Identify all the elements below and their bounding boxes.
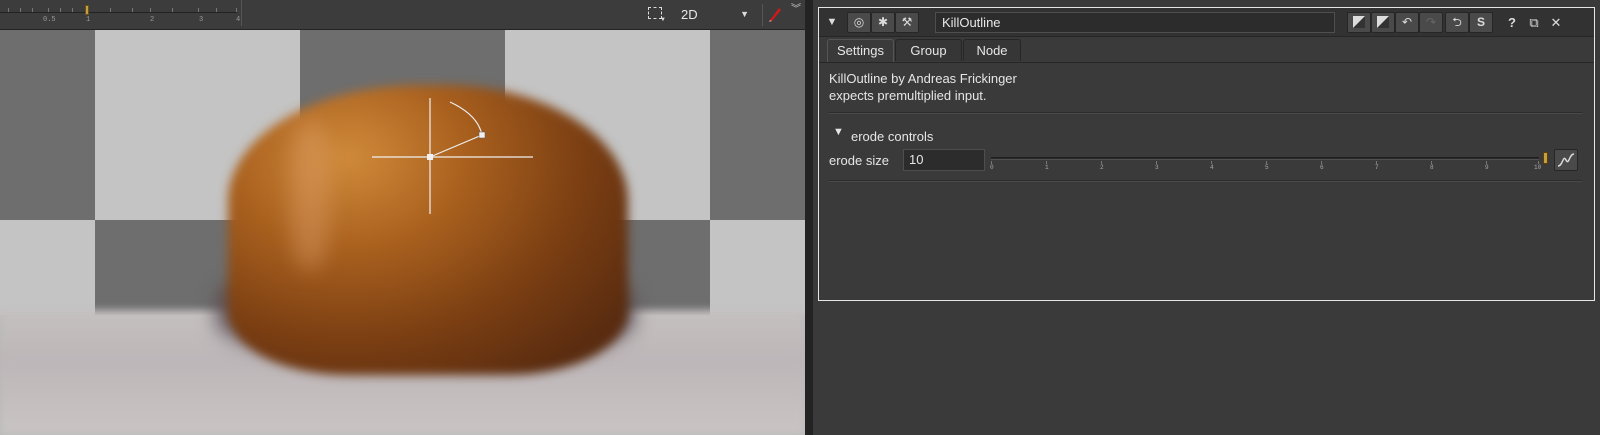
triangle-down-icon: ▼ [833,126,844,138]
node-color-button[interactable]: ✱ [871,12,895,33]
divider-line [829,180,1582,182]
ruler-label: 4 [236,16,241,24]
erode-size-label: erode size [829,153,889,168]
revert-icon: ⮌ [1452,15,1462,29]
revert-button[interactable]: ⮌ [1445,12,1469,33]
slider-scale-label: 2 [1100,164,1104,171]
divider-line [829,112,1582,114]
current-frame-marker[interactable] [85,5,89,15]
triangle-down-icon: ▼ [826,16,838,28]
half-square-icon [1377,16,1389,28]
slider-scale-label: 3 [1155,164,1159,171]
view-mode-value: 2D [681,7,698,22]
help-button[interactable]: ? [1501,12,1523,33]
slider-scale-label: 8 [1430,164,1434,171]
slider-scale-label: 6 [1320,164,1324,171]
viewer-panel: 0.5 1 2 3 4 ▼ 2D ▼ ︾ [0,0,805,435]
tab-settings[interactable]: Settings [827,39,894,63]
s-icon: S [1476,15,1485,29]
description-line: KillOutline by Andreas Frickinger [829,71,1017,86]
slider-scale-label: 10 [1534,164,1542,171]
app-window: 0.5 1 2 3 4 ▼ 2D ▼ ︾ ▼ ◎ ✱ ⚒ KillOutline… [0,0,1600,435]
viewer-canvas[interactable] [0,30,805,435]
chevron-down-icon: ▼ [740,9,749,19]
tab-underline [819,62,1594,63]
properties-panel: ▼ ◎ ✱ ⚒ KillOutline ↶ ↷ ⮌ S ? ⧉ ✕ Settin… [813,0,1600,435]
tab-node[interactable]: Node [963,39,1021,61]
pen-icon [769,8,781,22]
ruler-label: 1 [86,16,91,24]
viewer-node-button[interactable]: ◎ [847,12,871,33]
float-panel-button[interactable]: ⧉ [1523,12,1545,33]
panel-header: ▼ ◎ ✱ ⚒ KillOutline ↶ ↷ ⮌ S ? ⧉ ✕ [819,8,1594,37]
slider-scale-label: 5 [1265,164,1269,171]
frame-ruler[interactable]: 0.5 1 2 3 4 [0,0,242,26]
transform-handle-icon[interactable] [0,30,805,435]
double-chevron-icon: ︾ [791,4,801,15]
slider-scale-label: 0 [990,164,994,171]
toolbar-divider [762,4,763,26]
ruler-label: 0.5 [43,16,56,24]
dropdown-arrow-icon: ▼ [660,17,666,23]
wrench-icon: ⚒ [901,15,913,29]
curve-icon [1557,153,1575,167]
script-button[interactable]: S [1469,12,1493,33]
slider-handle[interactable] [1543,152,1548,164]
slider-scale-label: 7 [1375,164,1379,171]
erode-size-input[interactable]: 10 [903,149,985,171]
collapse-toggle[interactable]: ▼ [823,12,841,33]
target-icon: ◎ [853,15,865,29]
close-panel-button[interactable]: ✕ [1545,12,1567,33]
tool-settings-button[interactable]: ⚒ [895,12,919,33]
erode-size-slider[interactable]: 0 1 2 3 4 5 6 7 8 9 10 [989,151,1551,175]
toolbar-overflow-button[interactable]: ︾ [789,5,803,23]
node-name-field[interactable]: KillOutline [935,12,1335,33]
help-icon: ? [1508,15,1516,30]
redo-button[interactable]: ↷ [1419,12,1443,33]
pane-divider[interactable] [805,0,813,435]
undo-icon: ↶ [1401,15,1413,29]
tab-group[interactable]: Group [895,39,962,61]
description-line: expects premultiplied input. [829,88,987,103]
slider-scale-label: 4 [1210,164,1214,171]
view-mode-dropdown[interactable]: 2D ▼ [677,4,753,25]
bug-icon: ✱ [877,15,889,29]
slider-scale-label: 9 [1485,164,1489,171]
slider-track [991,157,1539,160]
redo-icon: ↷ [1425,15,1437,29]
float-icon: ⧉ [1529,15,1539,30]
section-toggle[interactable]: ▼ [833,126,844,138]
undo-button[interactable]: ↶ [1395,12,1419,33]
node-properties-panel: ▼ ◎ ✱ ⚒ KillOutline ↶ ↷ ⮌ S ? ⧉ ✕ Settin… [818,7,1595,301]
ruler-label: 2 [150,16,155,24]
swap-button[interactable] [1371,12,1395,33]
roi-select-button[interactable]: ▼ [646,6,666,23]
close-icon: ✕ [1550,15,1562,30]
slider-scale-label: 1 [1045,164,1049,171]
ruler-label: 3 [199,16,204,24]
animation-curve-button[interactable] [1554,149,1578,171]
hide-input-button[interactable] [1347,12,1371,33]
paint-pen-button[interactable] [767,5,783,23]
section-title: erode controls [851,129,934,144]
viewer-toolbar: 0.5 1 2 3 4 ▼ 2D ▼ ︾ [0,0,805,30]
half-square-icon [1353,16,1365,28]
